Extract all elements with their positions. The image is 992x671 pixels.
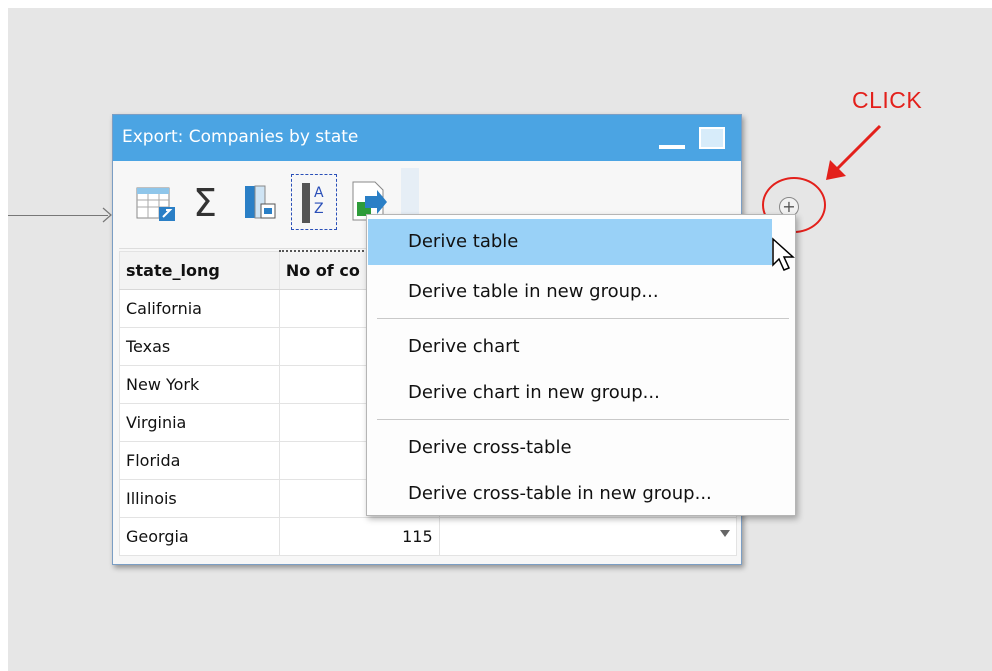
table-row[interactable]: Georgia 115 (119, 516, 738, 556)
sort-az-icon[interactable]: A Z (291, 174, 337, 230)
maximize-button[interactable] (699, 127, 725, 149)
cell-state: Georgia (119, 516, 280, 556)
svg-text:Σ: Σ (193, 181, 217, 225)
svg-text:Z: Z (314, 201, 324, 217)
column-header-state[interactable]: state_long (119, 250, 280, 290)
cell-count: 115 (278, 516, 440, 556)
menu-item-derive-chart[interactable]: Derive chart (368, 324, 772, 370)
cell-state: New York (119, 364, 280, 404)
window-title: Export: Companies by state (122, 127, 359, 147)
cell-state: California (119, 288, 280, 328)
cell-state: Illinois (119, 478, 280, 518)
menu-item-derive-chart-new-group[interactable]: Derive chart in new group... (368, 370, 772, 416)
menu-item-derive-table[interactable]: Derive table (368, 219, 772, 265)
annotation-arrow-icon (826, 124, 882, 180)
mouse-cursor-icon (772, 237, 795, 271)
menu-item-derive-cross-table[interactable]: Derive cross-table (368, 425, 772, 471)
click-callout: CLICK (852, 87, 923, 113)
context-menu: Derive table Derive table in new group..… (366, 214, 796, 516)
sum-icon[interactable]: Σ (185, 174, 231, 230)
menu-separator (377, 419, 789, 420)
menu-item-derive-table-new-group[interactable]: Derive table in new group... (368, 269, 772, 315)
table-icon[interactable] (133, 174, 179, 230)
cell-empty (438, 516, 738, 556)
window-titlebar[interactable]: Export: Companies by state (113, 115, 741, 161)
minimize-button[interactable] (659, 145, 685, 149)
dropdown-arrow-icon[interactable] (720, 529, 730, 537)
menu-separator (377, 318, 789, 319)
column-chart-icon[interactable] (237, 174, 283, 230)
cell-state: Texas (119, 326, 280, 366)
input-connector-line (8, 215, 108, 216)
svg-text:A: A (314, 185, 324, 201)
connector-arrow-icon (102, 207, 112, 223)
cell-state: Virginia (119, 402, 280, 442)
cell-state: Florida (119, 440, 280, 480)
menu-item-derive-cross-table-new-group[interactable]: Derive cross-table in new group... (368, 471, 772, 517)
